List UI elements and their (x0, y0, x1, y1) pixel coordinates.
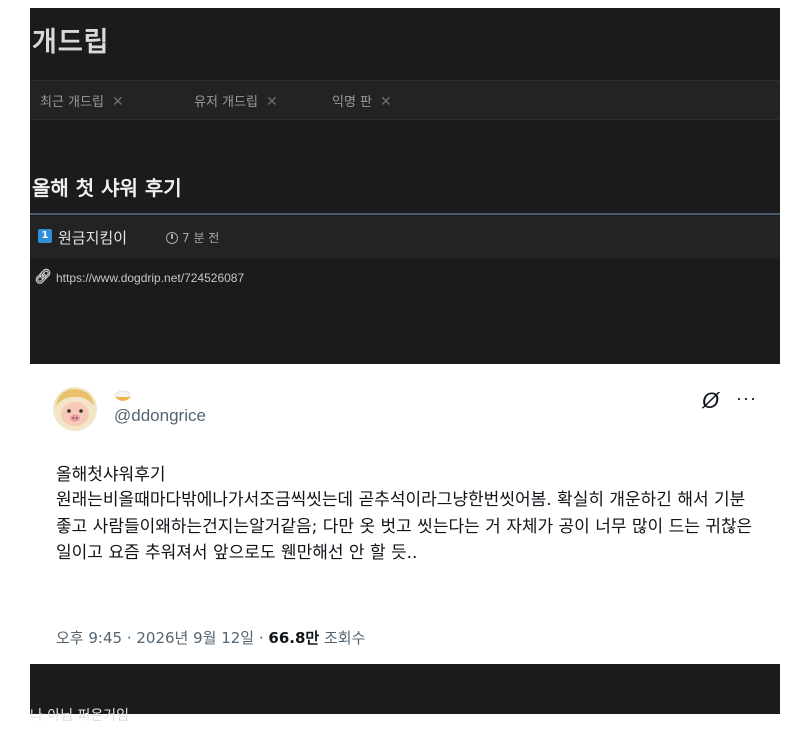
post-title: 올해 첫 샤워 후기 (32, 176, 182, 200)
embedded-tweet-image: @ddongrice Ø ··· 올해첫샤워후기 원래는비올때마다밖에나가서조금… (30, 364, 780, 664)
post-author-row: 1 원금지킴이 7 분 전 (30, 216, 780, 258)
link-icon: 🔗︎ (34, 269, 52, 285)
rice-bowl-icon (115, 390, 131, 401)
tweet-time: 오후 9:45 · 2026년 9월 12일 · (56, 629, 269, 647)
close-icon[interactable]: ✕ (112, 94, 124, 110)
source-link[interactable]: https://www.dogdrip.net/724526087 (56, 271, 244, 285)
tab-label: 익명 판 (332, 95, 373, 110)
tweet-views-label: 조회수 (319, 629, 366, 647)
post-page: 개드립 최근 개드립 ✕ 유저 개드립 ✕ 익명 판 ✕ 올해 첫 샤워 후기 1 원… (30, 8, 780, 724)
site-title[interactable]: 개드립 (32, 20, 110, 59)
close-icon[interactable]: ✕ (380, 94, 392, 110)
tweet-handle: @ddongrice (114, 406, 206, 425)
tweet-meta: 오후 9:45 · 2026년 9월 12일 · 66.8만 조회수 (56, 627, 365, 648)
more-icon: ··· (736, 388, 757, 408)
category-tabs: 최근 개드립 ✕ 유저 개드립 ✕ 익명 판 ✕ (30, 80, 780, 120)
x-logo-icon: Ø (702, 388, 720, 413)
level-badge: 1 (38, 229, 52, 243)
tab-anonymous-board[interactable]: 익명 판 ✕ (332, 91, 392, 110)
tab-recent-dogdrip[interactable]: 최근 개드립 ✕ (40, 91, 124, 110)
title-divider (30, 213, 780, 215)
author-name[interactable]: 원금지킴이 (58, 227, 127, 248)
tweet-views: 66.8만 (268, 629, 320, 647)
tab-user-dogdrip[interactable]: 유저 개드립 ✕ (194, 91, 278, 110)
close-icon[interactable]: ✕ (266, 94, 278, 110)
post-body-text: 나 아님 퍼온거임 (30, 708, 130, 724)
tab-label: 유저 개드립 (194, 95, 258, 110)
avatar (53, 387, 97, 431)
post-time: 7 분 전 (182, 231, 220, 245)
clock-icon (166, 232, 178, 244)
tweet-title: 올해첫샤워후기 (56, 465, 166, 485)
tab-label: 최근 개드립 (40, 95, 104, 110)
tweet-body: 원래는비올때마다밖에나가서조금씩씻는데 곧추석이라그냥한번씻어봄. 확실히 개운… (56, 490, 753, 563)
